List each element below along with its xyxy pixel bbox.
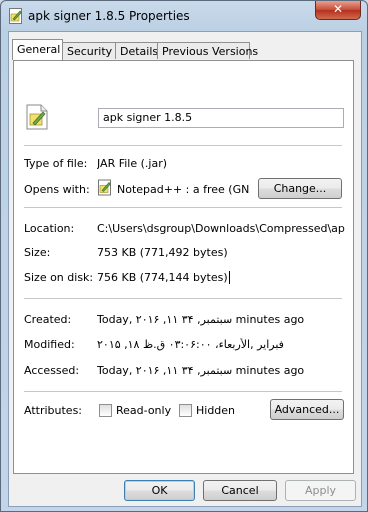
notepad-file-icon (9, 8, 22, 24)
attributes-label: Attributes: (24, 404, 83, 417)
location-label: Location: (24, 222, 75, 235)
file-type-icon (26, 104, 48, 130)
title-bar[interactable]: apk signer 1.8.5 Properties ✕ (1, 1, 367, 31)
tab-previous-versions[interactable]: Previous Versions (157, 42, 258, 59)
modified-value: ۲۰۱۵ ,۱۸ فبراير ,الأربعاء، ۰۳:۰۶:۰۰ ق.ظ (97, 338, 284, 351)
close-button[interactable]: ✕ (315, 1, 361, 20)
size-on-disk-label: Size on disk: (24, 271, 94, 284)
window-title: apk signer 1.8.5 Properties (28, 9, 190, 23)
file-name-field[interactable]: apk signer 1.8.5 (98, 108, 344, 128)
opens-with-label: Opens with: (24, 183, 90, 196)
size-value: 753 KB (771,492 bytes) (97, 246, 228, 259)
location-value: C:\Users\dsgroup\Downloads\Compressed\ap… (97, 222, 345, 235)
tab-details[interactable]: Details (115, 42, 158, 59)
general-panel: apk signer 1.8.5 Type of file: JAR File … (13, 60, 354, 474)
change-button[interactable]: Change... (258, 178, 342, 199)
advanced-button[interactable]: Advanced... (270, 399, 344, 420)
modified-label: Modified: (24, 338, 75, 351)
read-only-checkbox[interactable] (99, 404, 112, 417)
accessed-label: Accessed: (24, 364, 80, 377)
properties-window: apk signer 1.8.5 Properties ✕ General Se… (0, 0, 368, 512)
type-of-file-value: JAR File (.jar) (97, 157, 168, 170)
cancel-button[interactable]: Cancel (203, 480, 277, 501)
separator (24, 207, 342, 208)
hidden-checkbox[interactable] (179, 404, 192, 417)
separator (24, 298, 342, 299)
hidden-label[interactable]: Hidden (196, 404, 235, 417)
dialog-client: General Security Details Previous Versio… (8, 31, 362, 507)
size-on-disk-value: 756 KB (774,144 bytes) (97, 271, 230, 284)
notepad-plus-plus-icon (98, 179, 111, 196)
accessed-value: Today, ۲۰۱۶ ,۱۱ سبتمبر, ۳۴ minutes ago (97, 364, 305, 377)
ok-button[interactable]: OK (124, 480, 195, 501)
apply-button[interactable]: Apply (285, 480, 356, 501)
opens-with-value: Notepad++ : a free (GN (117, 183, 250, 196)
type-of-file-label: Type of file: (24, 157, 88, 170)
tab-security[interactable]: Security (62, 42, 116, 59)
created-value: Today, ۲۰۱۶ ,۱۱ سبتمبر, ۳۴ minutes ago (97, 313, 305, 326)
created-label: Created: (24, 313, 72, 326)
separator (24, 391, 342, 392)
separator (24, 145, 342, 146)
tab-general[interactable]: General (12, 39, 63, 60)
read-only-label[interactable]: Read-only (116, 404, 171, 417)
size-label: Size: (24, 246, 51, 259)
